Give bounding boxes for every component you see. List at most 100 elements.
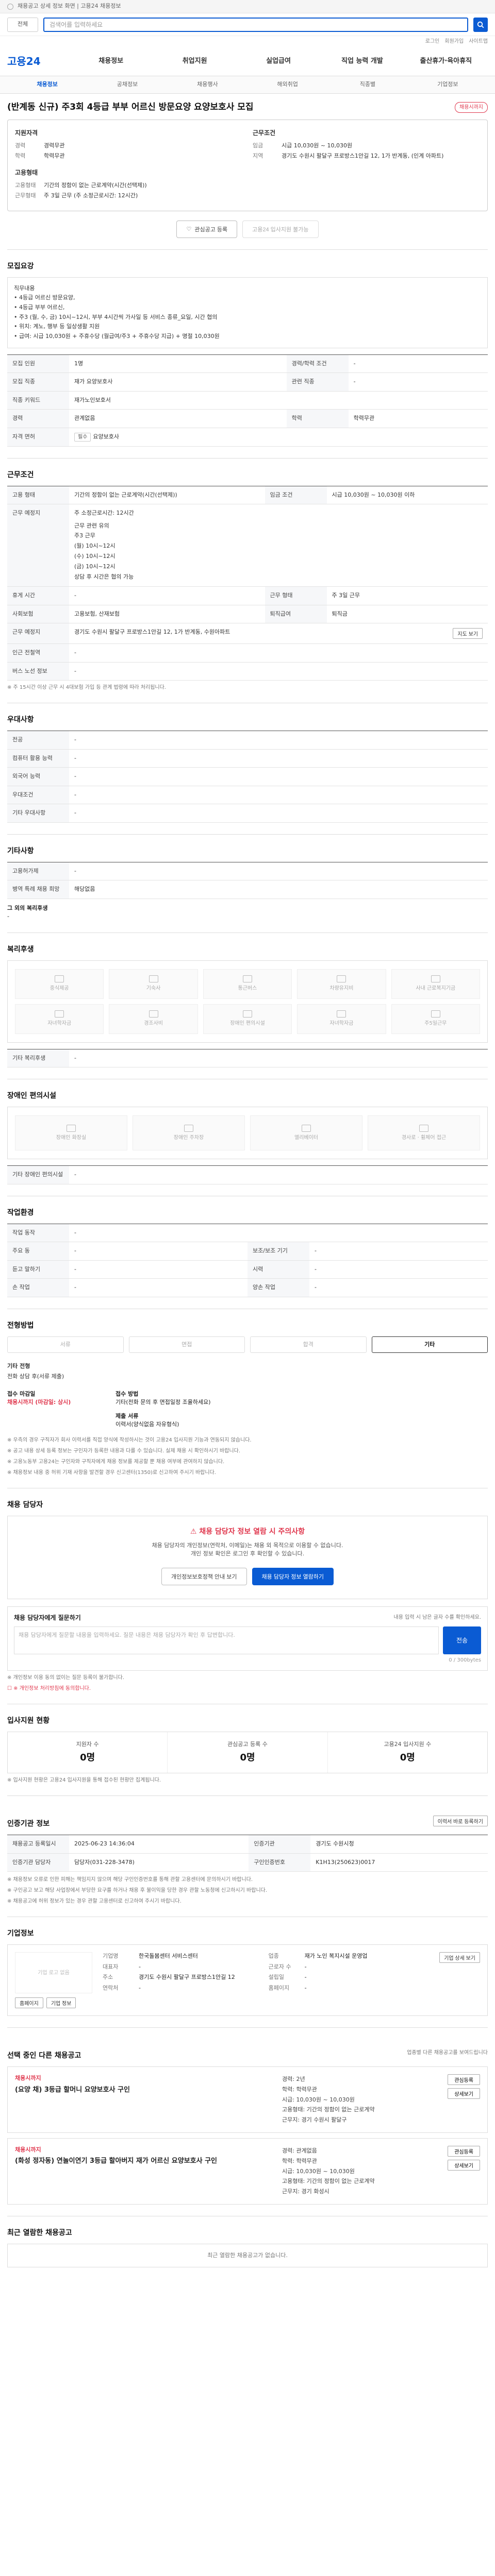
others-header: 선택 중인 다른 채용공고 업종별 다른 채용공고를 보여드립니다 — [7, 2039, 488, 2066]
company-key: 연락처 — [103, 1984, 119, 1991]
calendar-icon — [431, 1010, 440, 1018]
welfare-item: 기숙사 — [109, 969, 198, 999]
table-row: 고용 형태 기간의 정함이 없는 근로계약(시간(선택제)) 임금 조건 시급 10,… — [7, 486, 488, 505]
gnb-item-leave[interactable]: 출산휴가·육아휴직 — [404, 56, 488, 66]
gift-icon — [148, 1010, 158, 1018]
table-row: 기타 장애인 편의시설 - — [7, 1165, 488, 1184]
table-row: 병역 특례 채용 희망 해당없음 — [7, 880, 488, 899]
table-cell: - — [69, 731, 488, 750]
company-detail-button[interactable]: 기업 상세 보기 — [439, 1952, 480, 1963]
table-row: 사회보험 고용보험, 산재보험 퇴직급여 퇴직금 — [7, 605, 488, 624]
contact-notice: ⚠ 채용 담당자 정보 열람 시 주의사항 — [15, 1527, 480, 1537]
lnb-item-category[interactable]: 직종별 — [327, 80, 407, 89]
gnb-item-support[interactable]: 취업지원 — [153, 56, 236, 66]
table-header-cell: 듣고 말하기 — [7, 1260, 69, 1279]
table-cell: 경기도 수원시청 — [310, 1835, 488, 1854]
lnb-item-public[interactable]: 공채정보 — [87, 80, 167, 89]
privacy-consent-row[interactable]: ☐ ※ 개인정보 처리방침에 동의합니다. — [7, 1685, 488, 1692]
other-job-scrap-button[interactable]: 관심등록 — [448, 2145, 480, 2157]
table-header-cell: 시력 — [248, 1260, 309, 1279]
company-details: 기업명 한국돌봄센터 서비스센터 업종 재가 노인 복지시설 운영업 대표자 - 근로자 … — [103, 1952, 429, 2008]
lnb-item-events[interactable]: 채용행사 — [168, 80, 248, 89]
company-value: - — [304, 1984, 307, 1991]
table-row: 채용공고 등록일시 2025-06-23 14:36:04 인증기관 경기도 수원시청 — [7, 1835, 488, 1854]
search-input[interactable]: 검색어를 입력하세요 — [43, 17, 468, 32]
job-description: 직무내용 • 4등급 어르신 방문요양, • 4등급 부부 어르신, • 주3 … — [7, 277, 488, 348]
table-header-cell: 우대조건 — [7, 786, 69, 805]
stat-value: 0명 — [240, 1752, 255, 1763]
other-job-detail-button[interactable]: 상세보기 — [448, 2159, 480, 2171]
welfare-grid: 중식제공 기숙사 통근버스 차량유지비 사내 근로복지기금 자녀학자금 경조사비… — [15, 969, 480, 1034]
scrap-button[interactable]: ♡ 관심공고 등록 — [176, 220, 238, 238]
table-cell: - — [69, 749, 488, 768]
desc-line: • 급여: 시급 10,030원 + 주휴수당 (월급여/주3 + 주휴수당 지… — [14, 332, 220, 340]
map-button[interactable]: 지도 보기 — [453, 628, 483, 639]
other-job-title[interactable]: (화성 정자동) 연놀이연기 3등급 할아버지 재가 어르신 요양보호사 구인 — [15, 2156, 275, 2166]
other-job-main: 채용시까지 (요양 채) 3등급 할머니 요양보호사 구인 — [15, 2074, 275, 2125]
lnb-item-overseas[interactable]: 해외취업 — [248, 80, 327, 89]
contact-actions: 개인정보보호정책 안내 보기 채용 담당자 정보 열람하기 — [15, 1567, 480, 1585]
bus-icon — [242, 975, 252, 983]
company-key: 업종 — [268, 1953, 279, 1959]
lnb-item-jobs[interactable]: 채용정보 — [7, 80, 87, 89]
welfare-box: 중식제공 기숙사 통근버스 차량유지비 사내 근로복지기금 자녀학자금 경조사비… — [7, 960, 488, 1043]
lnb-item-company[interactable]: 기업정보 — [408, 80, 488, 89]
welfare-label: 차량유지비 — [329, 986, 354, 992]
site-logo[interactable]: 고용24 — [7, 54, 69, 69]
gnb-item-benefit[interactable]: 실업급여 — [237, 56, 320, 66]
table-header-cell: 손 작업 — [7, 1278, 69, 1297]
weekly-hours-text: 주 소정근로시간: 12시간 — [74, 510, 134, 517]
other-job-scrap-button[interactable]: 관심등록 — [448, 2074, 480, 2085]
resume-register-button[interactable]: 이력서 바로 등록하기 — [433, 1816, 488, 1826]
process-method: 기타 전형 전화 상담 후(서류 제출) — [7, 1361, 488, 1382]
other-job-detail-button[interactable]: 상세보기 — [448, 2088, 480, 2099]
table-row: 인근 전철역 - — [7, 643, 488, 663]
table-header-cell: 버스 노선 정보 — [7, 662, 69, 681]
time-line: (금) 10시~12시 — [74, 563, 116, 570]
registration-header: 인증기관 정보 이력서 바로 등록하기 — [7, 1807, 488, 1835]
top-notice-text: 채용공고 상세 정보 화면 | 고용24 채용정보 — [18, 3, 121, 10]
table-header-cell: 관련 직종 — [286, 372, 349, 392]
privacy-policy-button[interactable]: 개인정보보호정책 안내 보기 — [161, 1567, 247, 1585]
company-value: - — [304, 1974, 307, 1980]
question-textarea[interactable]: 채용 담당자에게 질문할 내용을 입력하세요. 질문 내용은 채용 담당자가 확… — [14, 1626, 439, 1654]
apply-button[interactable]: 고용24 입사지원 불가능 — [242, 220, 319, 238]
table-header-cell: 인근 전철역 — [7, 643, 69, 663]
global-nav: 고용24 채용정보 취업지원 실업급여 직업 능력 개발 출산휴가·육아휴직 — [0, 46, 495, 76]
signup-link[interactable]: 회원가입 — [444, 38, 464, 45]
table-cell: - — [69, 1278, 248, 1297]
gnb-item-jobs[interactable]: 채용정보 — [69, 56, 153, 66]
accessibility-item: 엘리베이터 — [250, 1115, 362, 1151]
etc-extra-heading: 그 외의 복리후생 — [7, 904, 48, 911]
company-info-button[interactable]: 기업 정보 — [46, 1997, 76, 2008]
summary-value: 학력무관 — [44, 152, 65, 159]
job-title-row: (반계동 신규) 주3회 4등급 부부 어르신 방문요양 요양보호사 모집 채용… — [7, 94, 488, 120]
view-contact-button[interactable]: 채용 담당자 정보 열람하기 — [252, 1567, 334, 1585]
address-text: 경기도 수원시 팔달구 프로방스1안길 12, 1가 반계동, 수원아파트 — [74, 629, 230, 636]
other-job-card[interactable]: 채용시까지 (화성 정자동) 연놀이연기 3등급 할아버지 재가 어르신 요양보… — [7, 2138, 488, 2205]
company-row: 연락처 - 홈페이지 - — [103, 1984, 429, 1993]
accessibility-label: 장애인 주차장 — [173, 1134, 204, 1141]
sitemap-link[interactable]: 사이트맵 — [469, 38, 488, 45]
table-row: 듣고 말하기 - 시력 - — [7, 1260, 488, 1279]
scrap-button-label: 관심공고 등록 — [194, 226, 228, 233]
table-header-cell: 기타 복리후생 — [7, 1049, 69, 1068]
company-homepage-button[interactable]: 홈페이지 — [15, 1997, 43, 2008]
local-nav: 채용정보 공채정보 채용행사 해외취업 직종별 기업정보 — [0, 76, 495, 94]
table-cell: - — [348, 354, 488, 374]
table-header-cell: 근무 예정지 — [7, 504, 69, 587]
table-row: 전공 - — [7, 731, 488, 750]
gnb-item-training[interactable]: 직업 능력 개발 — [320, 56, 404, 66]
other-job-condition: 근무지: 경기 화성시 — [282, 2188, 329, 2195]
question-send-button[interactable]: 전송 — [443, 1626, 481, 1654]
search-button[interactable] — [473, 17, 488, 32]
desc-line: • 위치: 계노, 행부 등 일상생활 지원 — [14, 323, 100, 330]
other-job-title[interactable]: (요양 채) 3등급 할머니 요양보호사 구인 — [15, 2085, 275, 2095]
other-job-card[interactable]: 채용시까지 (요양 채) 3등급 할머니 요양보호사 구인 경력: 2년 학력:… — [7, 2066, 488, 2133]
table-cell: 주 3일 근무 — [326, 586, 488, 605]
summary-key: 지역 — [253, 152, 263, 159]
search-category-select[interactable]: 전체 — [7, 17, 38, 32]
table-header-cell: 인증기관 담당자 — [7, 1853, 69, 1872]
login-link[interactable]: 로그인 — [425, 38, 440, 45]
time-line: (월) 10시~12시 — [74, 543, 116, 550]
